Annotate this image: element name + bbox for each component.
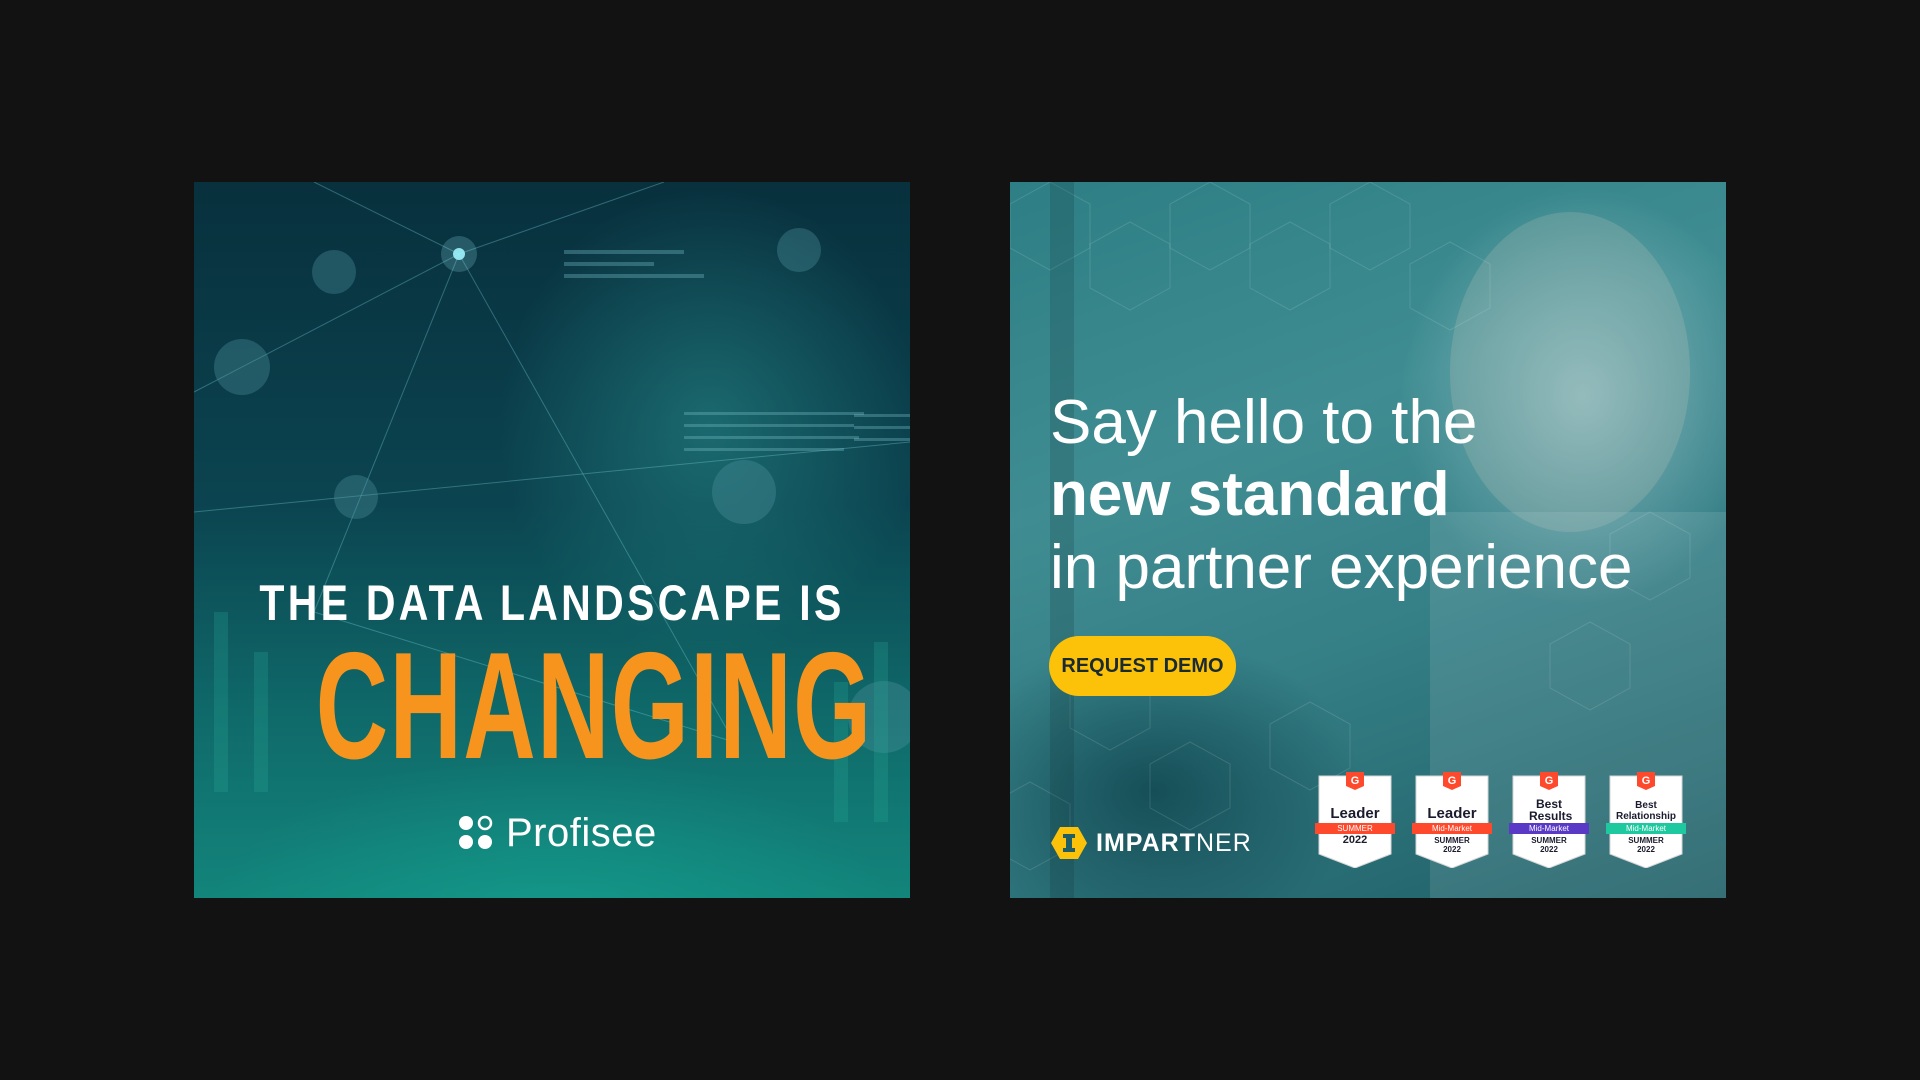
badge-ribbon: SUMMER: [1315, 823, 1395, 834]
badge-year: 2022: [1342, 834, 1368, 846]
g2-badge-best-results: G Best Results Mid-Market SUMMER 2022: [1509, 772, 1589, 868]
impartner-wordmark: IMPARTNER: [1096, 828, 1252, 857]
g2-logo-icon: G: [1350, 775, 1360, 787]
g2-logo-icon: G: [1544, 775, 1554, 787]
g2-badge-leader-mid-market: G Leader Mid-Market SUMMER 2022: [1412, 772, 1492, 868]
badge-season: SUMMER 2022: [1531, 836, 1567, 854]
profisee-ad[interactable]: THE DATA LANDSCAPE IS CHANGING Profisee: [194, 182, 910, 898]
badge-title: Best Results: [1529, 797, 1573, 823]
headline-line-1: Say hello to the: [1050, 388, 1478, 457]
g2-logo-icon: G: [1447, 775, 1457, 787]
badge-season: SUMMER 2022: [1628, 836, 1664, 854]
badge-title: Leader: [1427, 805, 1477, 822]
g2-badge-leader: G Leader SUMMER 2022: [1315, 772, 1395, 868]
profisee-dots-icon: [459, 815, 493, 849]
brand-name: Profisee: [506, 810, 657, 855]
badge-ribbon: Mid-Market: [1509, 823, 1589, 834]
headline-changing: CHANGING: [315, 621, 873, 791]
request-demo-button[interactable]: REQUEST DEMO: [1049, 636, 1236, 696]
profisee-logo: Profisee: [458, 808, 657, 858]
badge-ribbon: Mid-Market: [1412, 823, 1492, 834]
impartner-logo: IMPARTNER: [1050, 823, 1252, 863]
hexagon-i-icon: [1051, 827, 1087, 859]
badge-title: Best Relationship: [1615, 800, 1676, 822]
g2-badge-best-relationship: G Best Relationship Mid-Market SUMMER 202…: [1606, 772, 1686, 868]
headline-line-3: in partner experience: [1050, 533, 1633, 602]
badge-title: Leader: [1330, 805, 1380, 822]
headline-line-2: new standard: [1050, 460, 1450, 529]
badge-season: SUMMER 2022: [1434, 836, 1470, 854]
g2-badges: G Leader SUMMER 2022 G Leader Mid-Market…: [1315, 772, 1686, 868]
impartner-ad[interactable]: Say hello to the new standard in partner…: [1010, 182, 1726, 898]
badge-ribbon: Mid-Market: [1606, 823, 1686, 834]
g2-logo-icon: G: [1641, 775, 1651, 787]
